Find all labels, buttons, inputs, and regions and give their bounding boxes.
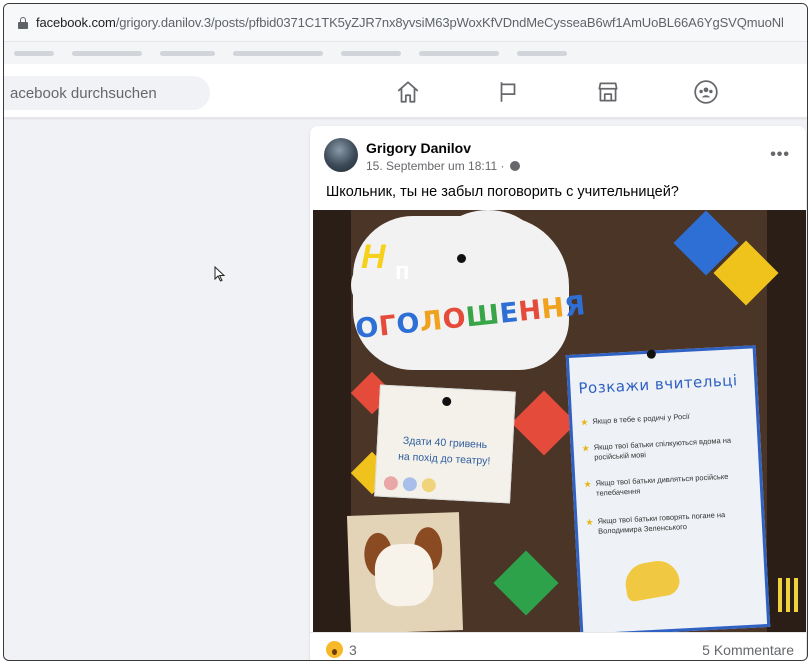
star-icon: ★	[583, 478, 592, 490]
bookmarks-bar	[4, 42, 807, 64]
headline-letter: Я	[562, 289, 588, 324]
facebook-header: acebook durchsuchen	[4, 64, 807, 118]
reactions[interactable]: 3	[326, 641, 357, 658]
post-author[interactable]: Grigory Danilov	[366, 140, 471, 156]
bookmark-item[interactable]	[160, 50, 215, 56]
headline-letter: Н	[539, 292, 567, 326]
channel-logo-p: п	[395, 258, 410, 285]
note-text: Здати 40 гривень на похід до театру!	[397, 434, 491, 468]
marketplace-icon	[598, 82, 618, 102]
dot	[421, 477, 437, 493]
poster-item: ★ Якщо твої батьки говорять погане на Вол…	[585, 510, 726, 536]
avatar[interactable]	[324, 138, 358, 172]
poster-item: ★ Якщо твої батьки спілкуються вдома на р…	[581, 435, 732, 462]
headline-letter: О	[394, 307, 422, 341]
comment-count[interactable]: 5 Kommentare	[702, 642, 794, 658]
reaction-count: 3	[349, 641, 357, 658]
post-meta: 15. September um 18:11 ·	[366, 159, 520, 173]
pages-flag-icon	[500, 82, 516, 102]
post-footer: 3 5 Kommentare	[310, 632, 806, 660]
star-icon: ★	[580, 417, 589, 428]
headline-letter: Л	[418, 305, 445, 339]
bookmark-item[interactable]	[517, 50, 567, 56]
pin	[457, 254, 466, 263]
channel-logo-h: Н	[361, 238, 386, 276]
pin	[646, 349, 657, 359]
bookmark-item[interactable]	[341, 50, 401, 56]
pin	[441, 396, 452, 407]
money-note: Здати 40 гривень на похід до театру!	[374, 384, 516, 504]
wow-reaction-icon	[326, 641, 343, 658]
dot	[402, 476, 418, 492]
bookmark-item[interactable]	[14, 50, 54, 56]
url-text[interactable]: facebook.com/grigory.danilov.3/posts/pfb…	[36, 15, 784, 30]
bookmark-item[interactable]	[419, 50, 499, 56]
nav-pages[interactable]	[486, 72, 530, 112]
dot	[383, 475, 399, 491]
post-card: Grigory Danilov 15. September um 18:11 ·…	[310, 126, 806, 660]
poster-item: ★ Якщо твої батьки дивляться російське те…	[583, 471, 729, 498]
nav-marketplace[interactable]	[586, 72, 630, 112]
star-icon: ★	[581, 443, 590, 454]
poster-item: ★ Якщо в тебе є родичі у Росії	[580, 411, 690, 428]
headline-letter: О	[441, 302, 468, 336]
mouse-cursor-icon	[214, 266, 226, 282]
globe-icon	[509, 161, 520, 171]
more-options-button[interactable]: •••	[770, 146, 790, 164]
cloud-sign-top	[433, 210, 543, 300]
bookmark-item[interactable]	[72, 50, 142, 56]
dog-face	[374, 543, 435, 608]
headline-letter: Ш	[464, 299, 502, 334]
nav-home[interactable]	[386, 72, 430, 112]
poster-title: Розкажи вчительці	[578, 371, 738, 398]
dog-picture	[346, 512, 464, 632]
search-input[interactable]: acebook durchsuchen	[4, 76, 210, 110]
post-image[interactable]: ОГОЛОШЕННЯ Н п Здати 40 гривень на похід…	[313, 210, 806, 632]
post-caption: Школьник, ты не забыл поговорить с учите…	[326, 184, 679, 200]
browser-window: facebook.com/grigory.danilov.3/posts/pfb…	[3, 3, 808, 661]
bookmark-item[interactable]	[233, 50, 323, 56]
watermark-bars	[778, 578, 798, 612]
headline-letter: О	[354, 311, 381, 346]
note-dots	[383, 475, 437, 493]
lock-icon	[18, 16, 28, 29]
address-bar[interactable]: facebook.com/grigory.danilov.3/posts/pfb…	[4, 4, 807, 42]
star-icon: ★	[585, 516, 594, 528]
home-icon	[397, 81, 419, 103]
post-timestamp[interactable]: 15. September um 18:11 ·	[366, 159, 505, 173]
nav-groups[interactable]	[684, 72, 728, 112]
groups-icon	[694, 80, 718, 104]
search-placeholder: acebook durchsuchen	[10, 84, 157, 102]
headline-letter: Н	[516, 294, 544, 328]
